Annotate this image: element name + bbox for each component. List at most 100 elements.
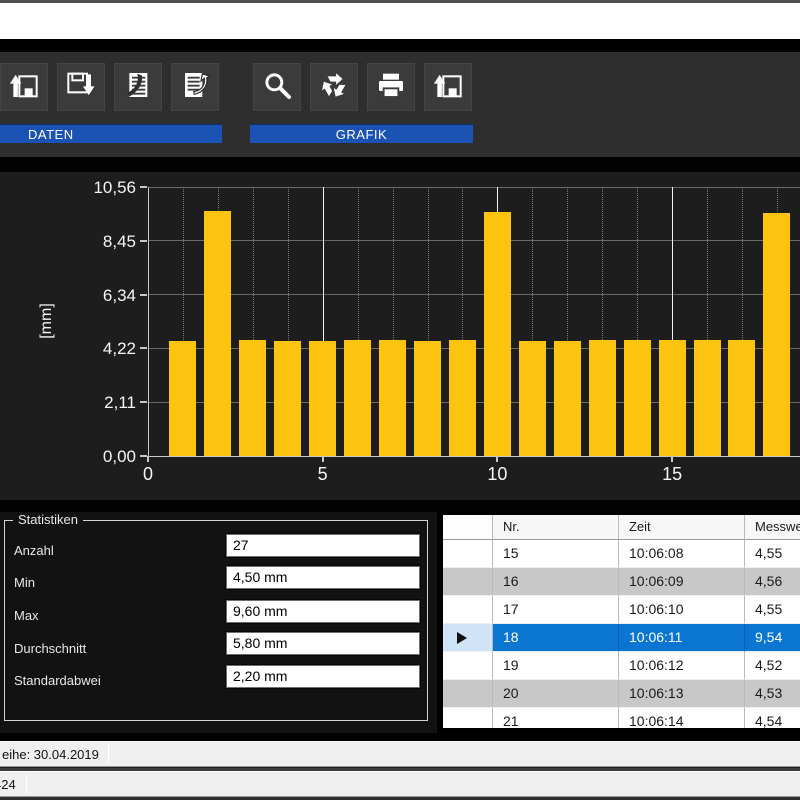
cell-zeit: 10:06:09 — [619, 568, 745, 596]
y-tick-label: 6,34 — [66, 286, 136, 306]
y-tick-mark — [140, 455, 147, 457]
cell-nr: 15 — [493, 540, 619, 568]
cell-nr: 19 — [493, 652, 619, 680]
table-row[interactable]: 1710:06:104,55 — [443, 596, 800, 624]
grafik-group-label: GRAFIK — [250, 124, 473, 143]
column-header-messwert[interactable]: Messwert — [745, 515, 800, 540]
statistics-groupbox: Statistiken Anzahl 27 Min 4,50 mm Max 9,… — [4, 520, 428, 721]
floppy-arrow-up-icon — [8, 69, 40, 106]
anzahl-label: Anzahl — [14, 543, 54, 558]
bottom-section: Statistiken Anzahl 27 Min 4,50 mm Max 9,… — [0, 512, 800, 733]
y-gridline — [148, 294, 800, 295]
x-tick-label: 15 — [650, 464, 694, 485]
y-axis-line — [148, 187, 149, 456]
max-field[interactable]: 9,60 mm — [226, 600, 420, 623]
chart-bar — [379, 340, 406, 456]
y-axis-title: [mm] — [38, 286, 56, 356]
standardabweichung-field[interactable]: 2,20 mm — [226, 665, 420, 688]
toolbar: DATEN GRAFIK — [0, 52, 800, 157]
status-info-text: 424 — [0, 772, 16, 797]
x-tick-mark — [147, 456, 149, 462]
anzahl-field[interactable]: 27 — [226, 534, 420, 557]
x-tick-mark — [496, 456, 498, 462]
chart-bar — [204, 211, 231, 456]
app-window: DATEN GRAFIK [mm] 0,002,114,226,348,4510… — [0, 0, 800, 800]
min-label: Min — [14, 575, 35, 590]
y-tick-label: 8,45 — [66, 232, 136, 252]
cell-zeit: 10:06:08 — [619, 540, 745, 568]
row-header-cell — [443, 680, 493, 708]
chart-bar — [728, 340, 755, 456]
open-data-button[interactable] — [0, 63, 48, 111]
separator-strip — [0, 39, 800, 52]
row-header-column — [443, 515, 493, 540]
statistics-title: Statistiken — [13, 512, 83, 527]
cell-messwert: 4,52 — [745, 652, 800, 680]
menu-area-blank — [0, 3, 800, 39]
chart-bar — [449, 340, 476, 456]
row-header-cell — [443, 568, 493, 596]
document-swoosh-icon — [122, 69, 154, 106]
table-row[interactable]: 1810:06:119,54 — [443, 624, 800, 652]
chart-bar — [519, 341, 546, 456]
refresh-graphic-button[interactable] — [310, 63, 358, 111]
x-tick-mark — [322, 456, 324, 462]
cell-zeit: 10:06:12 — [619, 652, 745, 680]
save-data-button[interactable] — [57, 63, 105, 111]
row-header-cell — [443, 652, 493, 680]
document-arrow-icon — [179, 69, 211, 106]
table-body: 1510:06:084,551610:06:094,561710:06:104,… — [443, 540, 800, 728]
table-row[interactable]: 2110:06:144,54 — [443, 708, 800, 728]
print-graphic-button[interactable] — [367, 63, 415, 111]
zoom-graphic-button[interactable] — [253, 63, 301, 111]
measurement-bar-chart: [mm] 0,002,114,226,348,4510,56051015 — [0, 172, 800, 500]
cell-zeit: 10:06:11 — [619, 624, 745, 652]
y-tick-label: 10,56 — [66, 178, 136, 198]
y-gridline — [148, 240, 800, 241]
column-header-nr[interactable]: Nr. — [493, 515, 619, 540]
cell-zeit: 10:06:10 — [619, 596, 745, 624]
column-header-zeit[interactable]: Zeit — [619, 515, 745, 540]
table-row[interactable]: 1610:06:094,56 — [443, 568, 800, 596]
min-field[interactable]: 4,50 mm — [226, 566, 420, 589]
row-header-cell — [443, 624, 493, 652]
status-separator — [26, 774, 27, 794]
table-row[interactable]: 1510:06:084,55 — [443, 540, 800, 568]
max-label: Max — [14, 608, 39, 623]
chart-bar — [274, 341, 301, 456]
table-header-row: Nr. Zeit Messwert — [443, 515, 800, 540]
y-tick-label: 4,22 — [66, 339, 136, 359]
y-gridline — [148, 187, 800, 188]
chart-bar — [414, 341, 441, 456]
table-frame: Nr. Zeit Messwert 1510:06:084,551610:06:… — [437, 512, 800, 733]
status-bar-series: eihe: 30.04.2019 — [0, 741, 800, 767]
chart-bar — [239, 340, 266, 456]
durchschnitt-field[interactable]: 5,80 mm — [226, 632, 420, 655]
clear-data-button[interactable] — [114, 63, 162, 111]
chart-bar — [763, 213, 790, 456]
chart-bar — [554, 341, 581, 456]
x-tick-label: 0 — [126, 464, 170, 485]
series-date-text: eihe: 30.04.2019 — [2, 742, 99, 767]
chart-bar — [484, 212, 511, 456]
daten-group-label: DATEN — [0, 124, 222, 143]
magnifier-icon — [261, 69, 293, 106]
export-data-button[interactable] — [171, 63, 219, 111]
chart-bar — [659, 340, 686, 456]
row-header-cell — [443, 596, 493, 624]
cell-nr: 17 — [493, 596, 619, 624]
status-separator — [108, 744, 109, 764]
floppy-arrow-down-icon — [65, 69, 97, 106]
separator-strip — [0, 500, 800, 512]
save-graphic-button[interactable] — [424, 63, 472, 111]
current-row-arrow-icon — [457, 632, 467, 644]
cell-messwert: 4,55 — [745, 540, 800, 568]
y-tick-mark — [140, 294, 147, 296]
x-tick-label: 5 — [301, 464, 345, 485]
x-tick-mark — [671, 456, 673, 462]
table-row[interactable]: 1910:06:124,52 — [443, 652, 800, 680]
y-tick-mark — [140, 347, 147, 349]
table-row[interactable]: 2010:06:134,53 — [443, 680, 800, 708]
printer-icon — [375, 69, 407, 106]
recycle-icon — [318, 69, 350, 106]
